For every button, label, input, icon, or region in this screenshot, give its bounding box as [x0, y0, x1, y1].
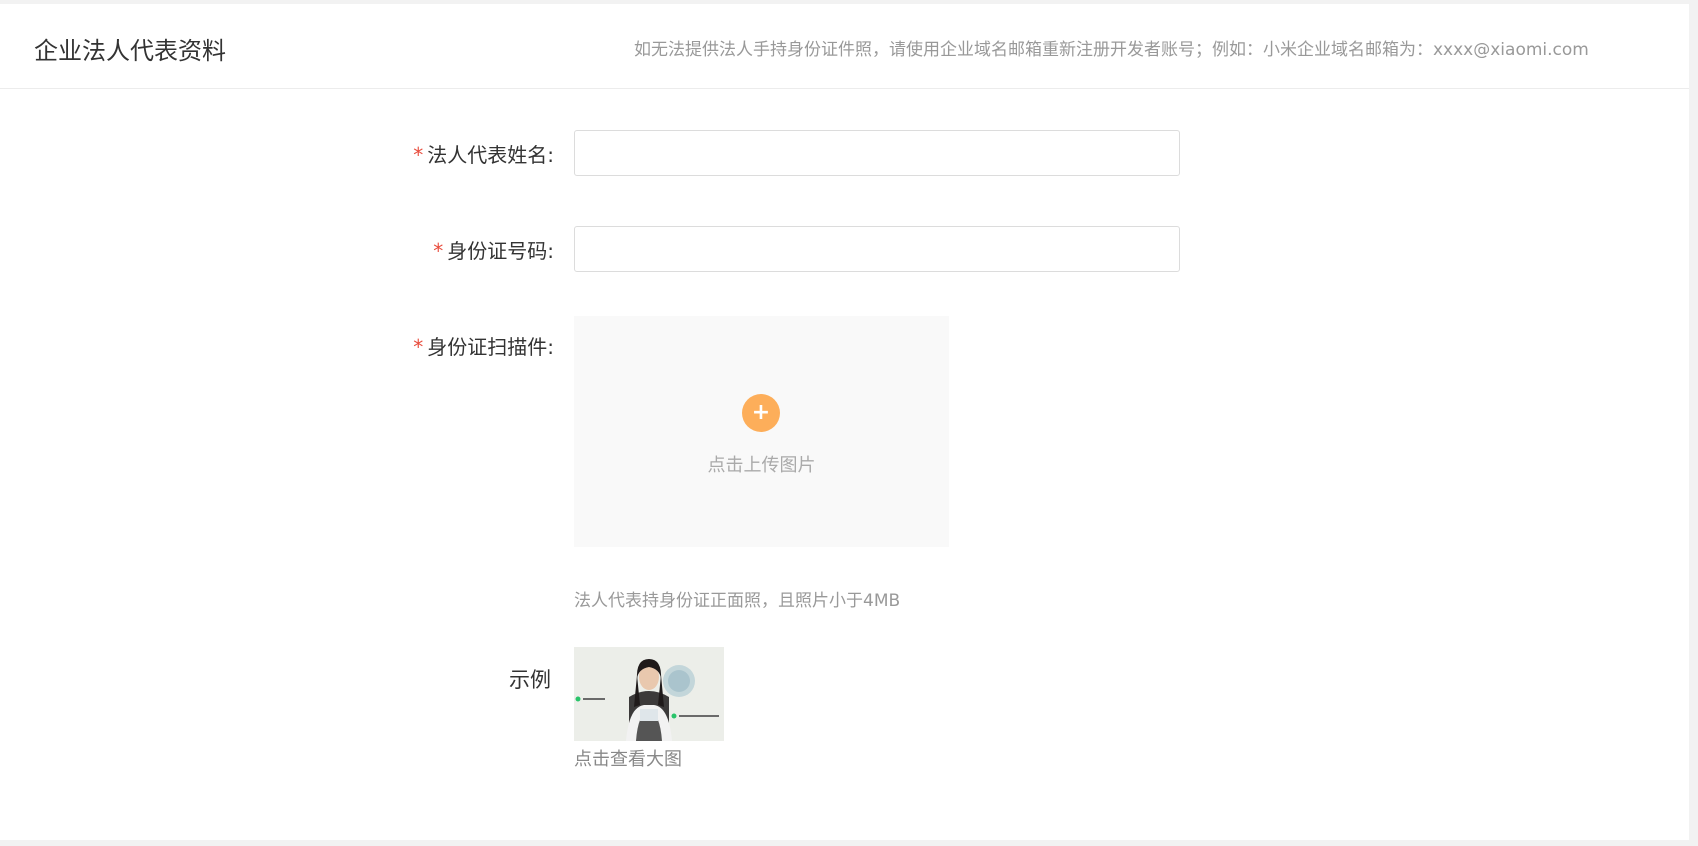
example-photo-thumbnail[interactable]	[574, 647, 724, 741]
plus-icon: +	[742, 394, 780, 432]
example-photo-illustration	[574, 647, 724, 741]
view-large-image-link[interactable]: 点击查看大图	[574, 746, 682, 774]
legal-rep-name-label: * 法人代表姓名:	[413, 140, 554, 170]
id-number-input[interactable]	[574, 226, 1180, 272]
header-note: 如无法提供法人手持身份证件照，请使用企业域名邮箱重新注册开发者账号；例如：小米企…	[634, 40, 1589, 60]
example-label: 示例	[509, 668, 551, 692]
form-card: 企业法人代表资料 如无法提供法人手持身份证件照，请使用企业域名邮箱重新注册开发者…	[0, 4, 1689, 840]
id-scan-label: * 身份证扫描件:	[413, 332, 554, 362]
legal-rep-name-input[interactable]	[574, 130, 1180, 176]
required-mark: *	[433, 239, 444, 263]
id-number-label: * 身份证号码:	[433, 236, 554, 266]
section-title: 企业法人代表资料	[34, 37, 226, 65]
legal-rep-name-label-text: 法人代表姓名:	[427, 143, 554, 167]
id-scan-label-text: 身份证扫描件:	[427, 335, 554, 359]
required-mark: *	[413, 335, 424, 359]
image-upload-dropzone[interactable]: + 点击上传图片	[574, 316, 949, 547]
section-header: 企业法人代表资料 如无法提供法人手持身份证件照，请使用企业域名邮箱重新注册开发者…	[0, 4, 1689, 89]
required-mark: *	[413, 143, 424, 167]
upload-text: 点击上传图片	[707, 455, 816, 476]
id-number-label-text: 身份证号码:	[447, 239, 554, 263]
upload-hint: 法人代表持身份证正面照，且照片小于4MB	[574, 591, 901, 611]
